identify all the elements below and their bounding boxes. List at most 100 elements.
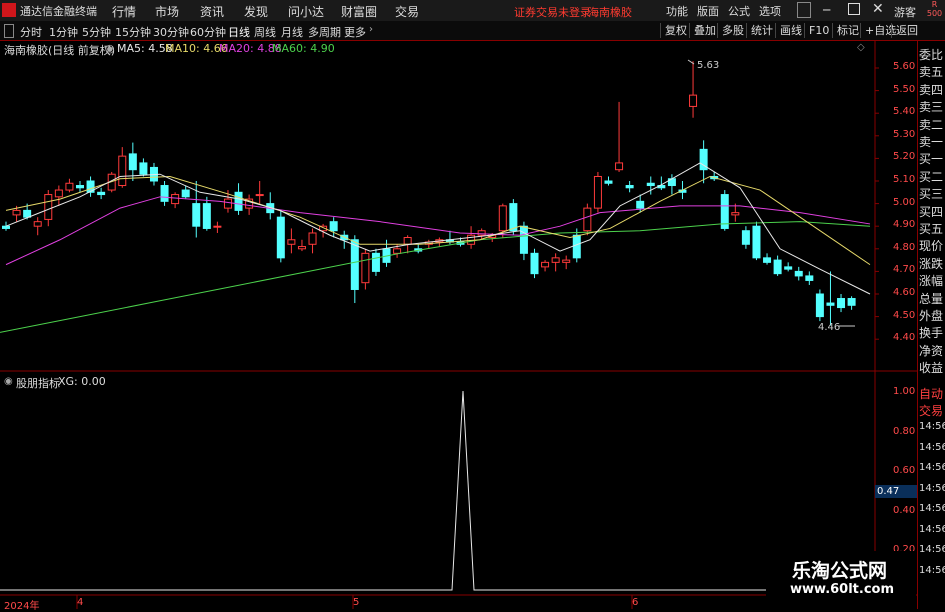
price-tick-label: 5.60	[893, 61, 916, 72]
candle-body	[202, 203, 211, 229]
candle-body	[213, 225, 222, 228]
price-tick-label: 5.30	[893, 128, 916, 140]
candle-body	[361, 252, 370, 284]
ma5-line	[5, 162, 871, 295]
indicator-tick-label: 1.00	[893, 386, 916, 397]
indicator-tick-label: 0.40	[893, 504, 916, 516]
x-axis-year: 2024年	[4, 601, 40, 612]
candle-body	[794, 270, 803, 277]
candle-body	[572, 234, 581, 259]
ma20-line	[5, 196, 871, 266]
x-axis-month-6: 6	[632, 597, 639, 608]
candle-body	[160, 185, 169, 202]
candle-body	[689, 94, 698, 107]
ma10-line	[5, 175, 871, 266]
candle-body	[97, 191, 106, 196]
candle-body	[593, 175, 602, 209]
x-axis-month-4: 4	[77, 597, 84, 608]
price-tick-label: 5.00	[893, 196, 916, 208]
candle-body	[837, 298, 846, 309]
quote-side-item[interactable]: 交易	[919, 402, 945, 419]
quote-side-item[interactable]: 卖一	[919, 133, 945, 150]
x-axis-month-5: 5	[353, 597, 360, 608]
candle-body	[297, 246, 306, 250]
quote-side-item[interactable]: 14:56	[919, 462, 945, 473]
price-tick-label: 5.20	[893, 151, 916, 163]
candle-body	[826, 302, 835, 306]
candle-body	[403, 237, 412, 245]
quote-side-item[interactable]: 总量	[919, 290, 945, 307]
candle-body	[23, 209, 32, 218]
candle-body	[171, 194, 180, 205]
quote-side-item[interactable]: 涨跌	[919, 255, 945, 272]
quote-side-item[interactable]: 14:56	[919, 524, 945, 535]
watermark-title: 乐淘公式网	[792, 560, 888, 582]
candle-body	[287, 239, 296, 245]
quote-side-item[interactable]: 买二	[919, 168, 945, 185]
candle-body	[636, 200, 645, 209]
quote-side-item[interactable]: 收益	[919, 359, 945, 376]
candle-body	[646, 182, 655, 187]
candle-body	[752, 225, 761, 259]
quote-side-item[interactable]: 14:56	[919, 442, 945, 453]
indicator-title: 股朋指标	[16, 377, 60, 390]
quote-side-item[interactable]: 买四	[919, 203, 945, 220]
quote-side-item[interactable]: 卖二	[919, 116, 945, 133]
quote-side-item[interactable]: 现价	[919, 237, 945, 254]
candle-body	[625, 185, 634, 189]
candle-body	[847, 298, 856, 306]
candle-body	[541, 261, 550, 268]
candle-body	[255, 194, 264, 197]
candle-body	[551, 257, 560, 263]
candle-body	[128, 153, 137, 171]
candle-body	[329, 221, 338, 232]
candle-body	[371, 252, 380, 272]
quote-side-item[interactable]: 14:56	[919, 565, 945, 576]
quote-side-item[interactable]: 换手	[919, 324, 945, 341]
candle-body	[498, 205, 507, 232]
candle-body	[139, 162, 148, 175]
indicator-tick-label: 0.60	[893, 465, 916, 476]
candle-body	[308, 232, 317, 245]
quote-side-item[interactable]: 买三	[919, 185, 945, 202]
price-tick-label: 4.40	[893, 332, 916, 344]
candle-body	[54, 189, 63, 198]
indicator-value: XG: 0.00	[58, 375, 106, 388]
candle-body	[276, 216, 285, 259]
quote-side-item[interactable]: 卖五	[919, 63, 945, 80]
quote-side-item[interactable]: 外盘	[919, 307, 945, 324]
candle-body	[393, 248, 402, 254]
candle-body	[815, 293, 824, 318]
indicator-settings-icon[interactable]: ◉	[4, 376, 13, 387]
candle-body	[118, 155, 127, 187]
quote-side-item[interactable]: 委比	[919, 46, 945, 63]
quote-side-item[interactable]: 卖四	[919, 81, 945, 98]
candle-body	[223, 198, 232, 209]
quote-side-item[interactable]: 卖三	[919, 98, 945, 115]
level-badge: R 500	[926, 0, 943, 18]
quote-side-item[interactable]: 净资	[919, 342, 945, 359]
candle-body	[192, 203, 201, 227]
quote-side-item[interactable]: 14:56	[919, 483, 945, 494]
indicator-tick-label: 0.80	[893, 425, 916, 437]
price-tick-label: 4.50	[893, 309, 916, 321]
candle-body	[12, 209, 21, 216]
candle-body	[741, 230, 750, 245]
candle-body	[615, 162, 624, 171]
quote-side-item[interactable]: 14:56	[919, 544, 945, 555]
low-annot-label: 4.46	[818, 322, 840, 333]
price-tick-label: 4.70	[893, 264, 916, 276]
indicator-current-tag: 0.47	[875, 485, 917, 498]
price-tick-label: 4.80	[893, 241, 916, 253]
quote-side-item[interactable]: 买五	[919, 220, 945, 237]
quote-side-item[interactable]: 14:56	[919, 503, 945, 514]
kline-chart: 5.63 4.46	[0, 41, 917, 609]
price-tick-label: 5.10	[893, 174, 916, 185]
indicator-signal-line	[0, 390, 875, 591]
candle-body	[530, 252, 539, 275]
candle-body	[784, 266, 793, 270]
quote-side-item[interactable]: 涨幅	[919, 272, 945, 289]
quote-side-item[interactable]: 14:56	[919, 421, 945, 432]
quote-side-item[interactable]: 买一	[919, 150, 945, 167]
quote-side-item[interactable]: 自动	[919, 385, 945, 402]
